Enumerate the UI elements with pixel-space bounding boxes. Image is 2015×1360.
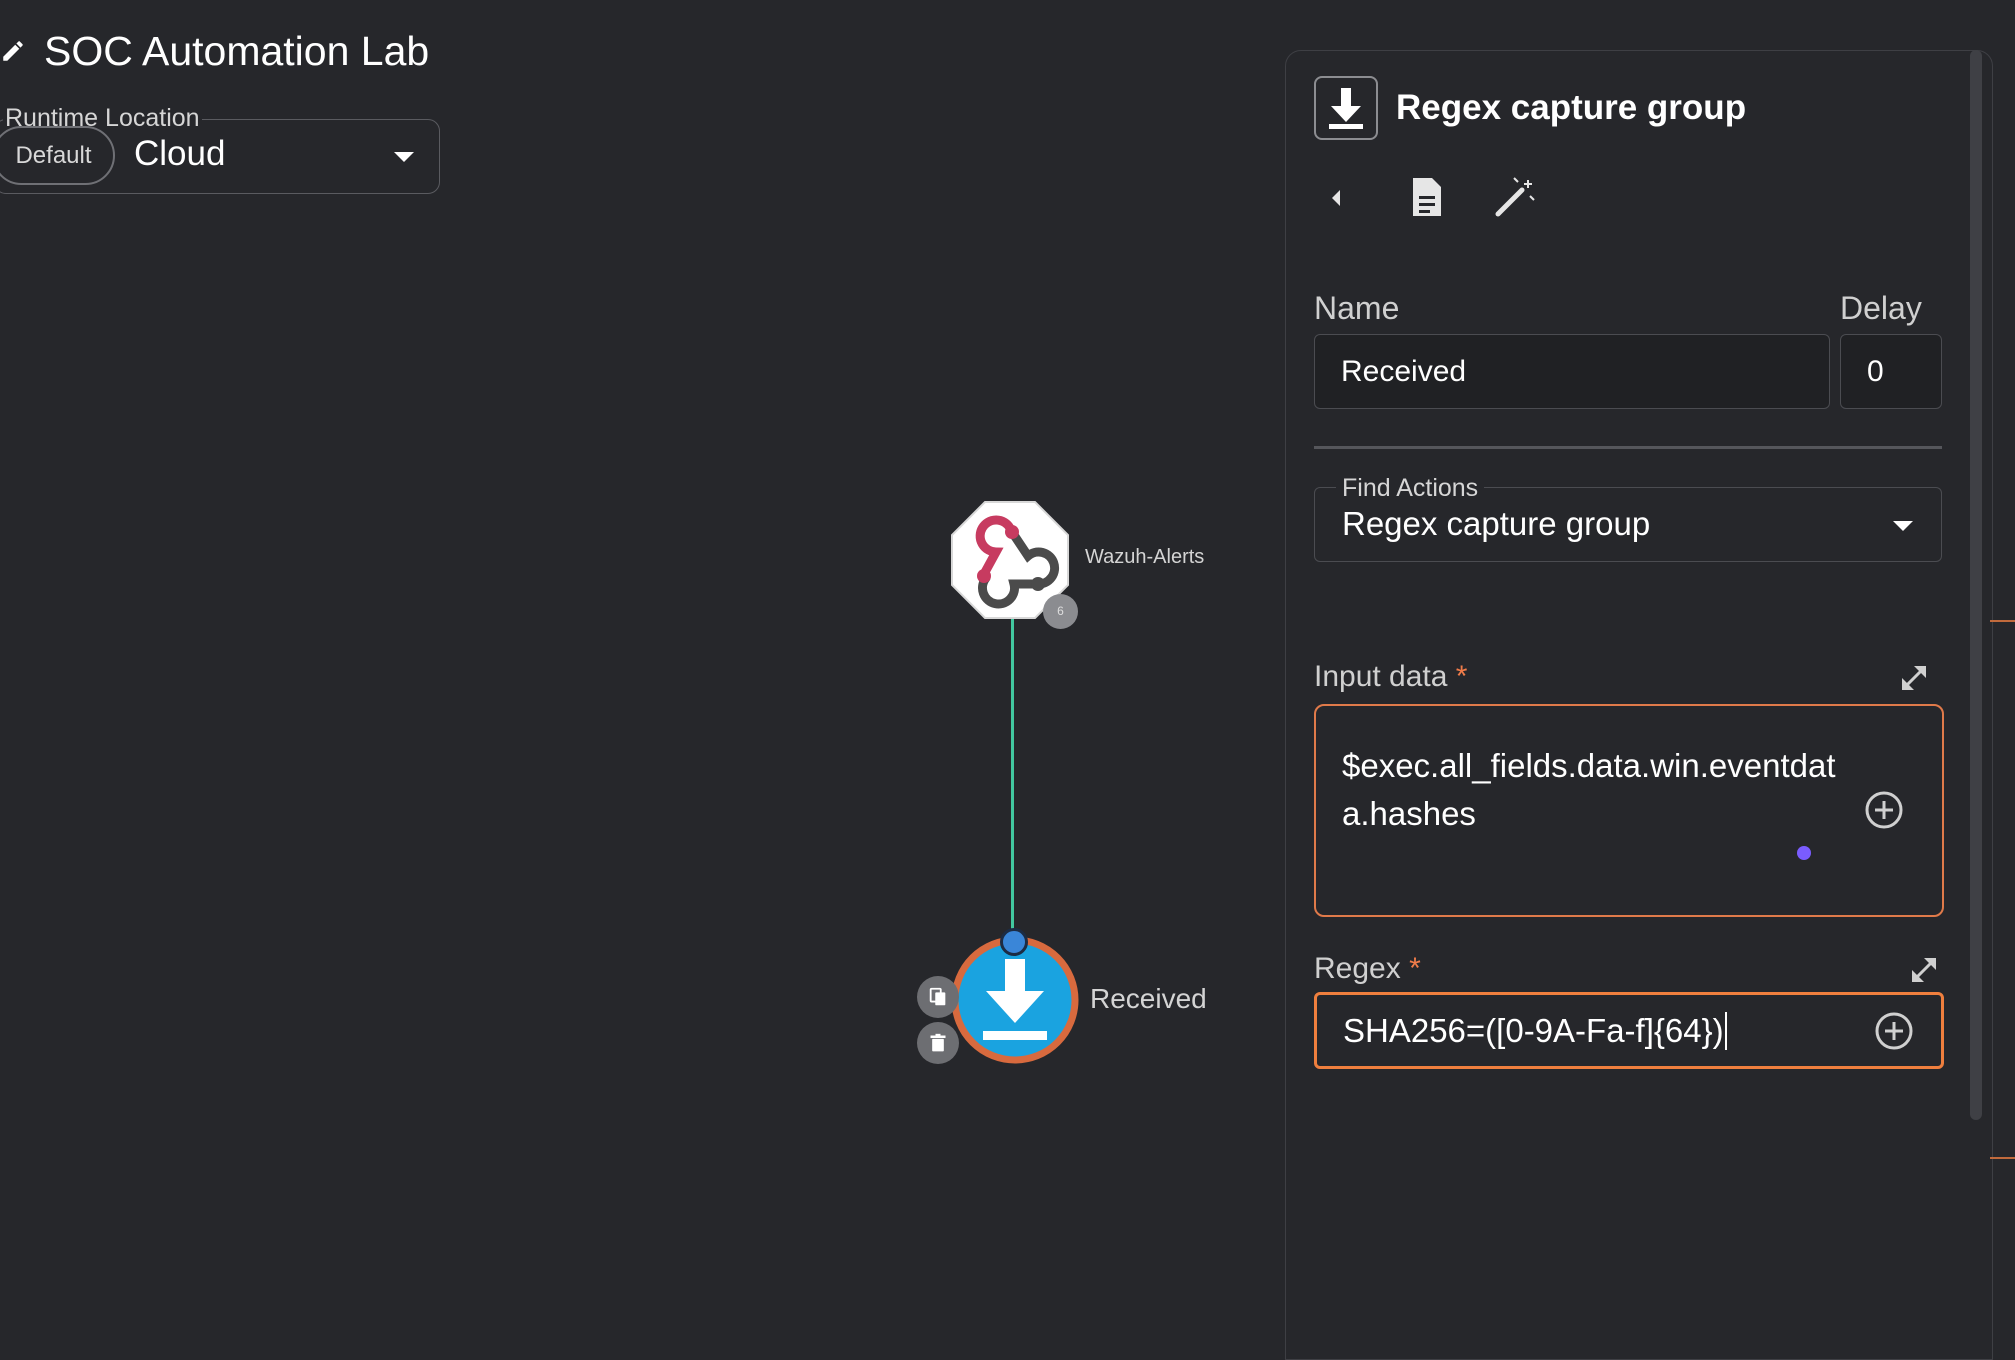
workflow-canvas[interactable]: SOC Automation Lab Runtime Location Defa… bbox=[0, 0, 1285, 1346]
runtime-location-value[interactable]: Cloud bbox=[134, 134, 225, 174]
regex-label-text: Regex bbox=[1314, 952, 1401, 985]
edge-marker bbox=[1990, 1157, 2015, 1159]
chevron-down-icon[interactable] bbox=[392, 150, 416, 164]
copy-node-button[interactable] bbox=[917, 976, 959, 1018]
find-actions-label: Find Actions bbox=[1336, 474, 1485, 503]
name-input[interactable]: Received bbox=[1314, 334, 1830, 409]
download-icon bbox=[1329, 88, 1363, 129]
copy-icon bbox=[929, 987, 946, 1006]
input-data-label-text: Input data bbox=[1314, 660, 1448, 693]
node-connector bbox=[1011, 612, 1014, 937]
default-chip[interactable]: Default bbox=[0, 126, 115, 185]
input-data-label: Input data * bbox=[1314, 660, 1467, 694]
node-connection-handle[interactable] bbox=[1000, 928, 1028, 956]
trash-icon bbox=[930, 1033, 946, 1052]
magic-wand-icon[interactable] bbox=[1492, 176, 1536, 220]
find-actions-value[interactable]: Regex capture group bbox=[1342, 505, 1650, 543]
workflow-title[interactable]: SOC Automation Lab bbox=[44, 28, 429, 75]
required-marker: * bbox=[1455, 660, 1468, 693]
back-arrow-icon[interactable] bbox=[1328, 186, 1344, 210]
panel-title: Regex capture group bbox=[1396, 88, 1747, 127]
document-icon[interactable] bbox=[1410, 176, 1444, 218]
expand-icon[interactable] bbox=[1898, 662, 1930, 694]
input-data-field[interactable]: $exec.all_fields.data.win.eventdata.hash… bbox=[1314, 704, 1944, 917]
required-marker: * bbox=[1409, 952, 1421, 985]
name-label: Name bbox=[1314, 290, 1400, 326]
edit-pencil-icon[interactable] bbox=[0, 38, 26, 64]
add-circle-icon[interactable] bbox=[1864, 790, 1904, 830]
panel-action-icon bbox=[1314, 76, 1378, 140]
regex-value: SHA256=([0-9A-Fa-f]{64}) bbox=[1343, 1011, 1724, 1049]
cursor-indicator bbox=[1797, 846, 1811, 860]
regex-input[interactable]: SHA256=([0-9A-Fa-f]{64}) bbox=[1314, 992, 1944, 1069]
edge-marker bbox=[1990, 620, 2015, 622]
delay-input[interactable]: 0 bbox=[1840, 334, 1942, 409]
divider bbox=[1314, 446, 1942, 449]
regex-label: Regex * bbox=[1314, 952, 1421, 986]
node-count-badge: 6 bbox=[1043, 594, 1078, 629]
delay-label: Delay bbox=[1840, 290, 1922, 326]
chevron-down-icon[interactable] bbox=[1892, 520, 1914, 532]
add-circle-icon[interactable] bbox=[1874, 1011, 1914, 1051]
node-label-received: Received bbox=[1090, 983, 1207, 1014]
expand-icon[interactable] bbox=[1908, 954, 1940, 986]
panel-scrollbar[interactable] bbox=[1970, 50, 1982, 1120]
node-label-wazuh-alerts: Wazuh-Alerts bbox=[1085, 546, 1205, 568]
text-caret bbox=[1724, 1011, 1727, 1050]
delete-node-button[interactable] bbox=[917, 1022, 959, 1064]
